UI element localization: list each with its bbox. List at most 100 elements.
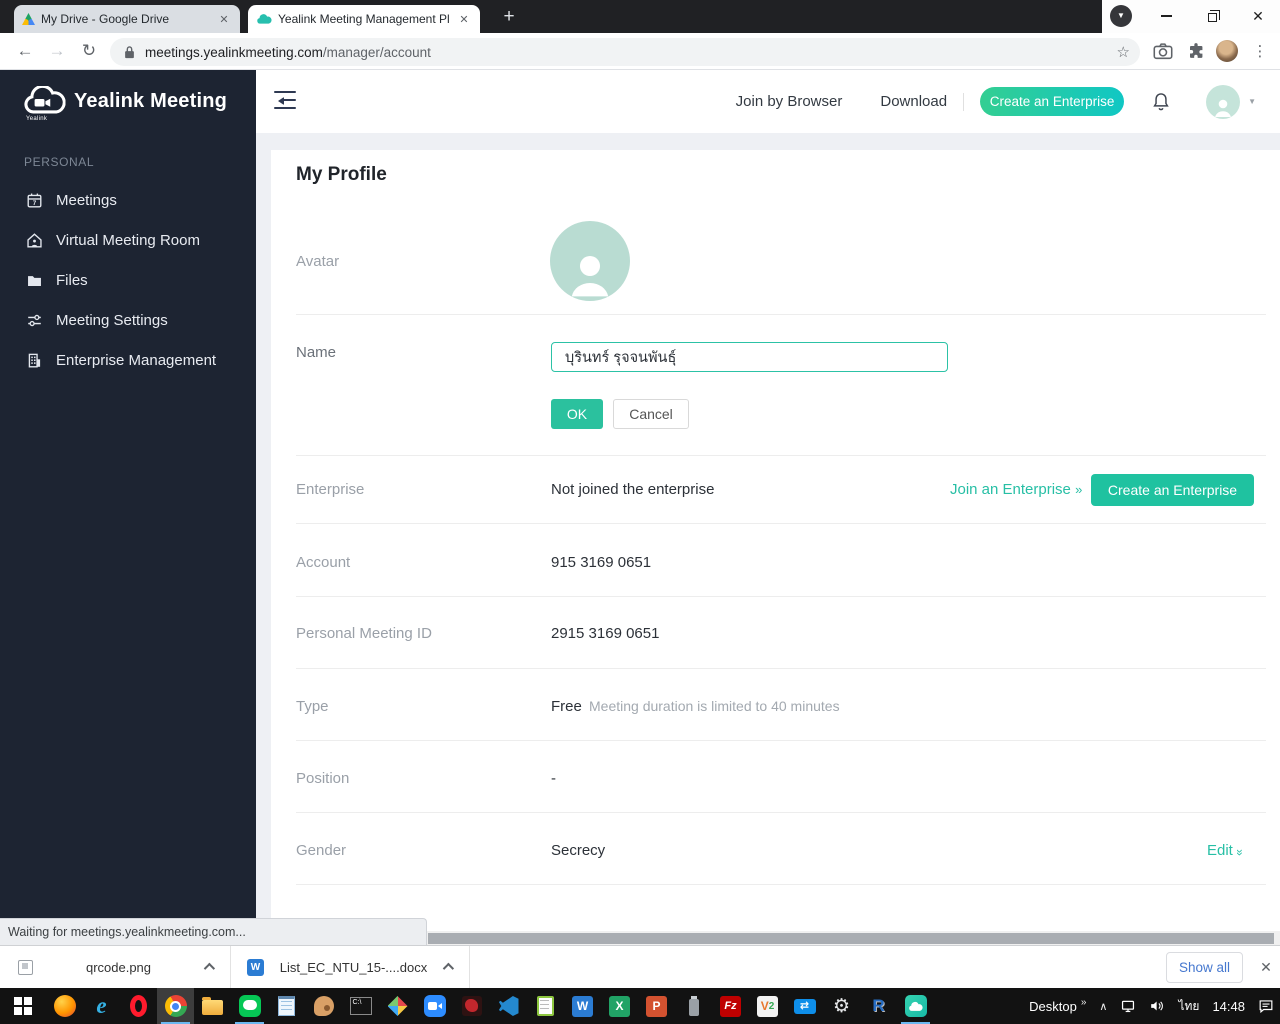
taskbar-v2-app[interactable]: V2 bbox=[749, 988, 786, 1024]
download-item-qrcode[interactable]: qrcode.png bbox=[0, 946, 230, 988]
restore-icon bbox=[1208, 13, 1217, 22]
browser-update-icon[interactable]: ▼ bbox=[1110, 5, 1132, 27]
create-enterprise-header-button[interactable]: Create an Enterprise bbox=[980, 87, 1124, 116]
taskbar-notepad[interactable] bbox=[268, 988, 305, 1024]
chevron-up-icon[interactable] bbox=[204, 963, 215, 974]
network-icon[interactable] bbox=[1120, 999, 1136, 1013]
taskbar-teamviewer[interactable]: ⇄ bbox=[786, 988, 823, 1024]
taskbar-yealink-meeting-active[interactable] bbox=[897, 988, 934, 1024]
taskbar-firefox[interactable] bbox=[46, 988, 83, 1024]
tab-yealink-meeting[interactable]: Yealink Meeting Management Pla ✕ bbox=[248, 5, 480, 33]
language-indicator[interactable]: ไทย bbox=[1178, 997, 1199, 1016]
sidebar-item-label: Meetings bbox=[56, 192, 117, 209]
avatar bbox=[1216, 40, 1238, 62]
taskbar-command-prompt[interactable]: C:\ bbox=[342, 988, 379, 1024]
profile-avatar[interactable] bbox=[550, 221, 630, 301]
taskbar-internet-explorer[interactable]: e bbox=[83, 988, 120, 1024]
download-file-name: qrcode.png bbox=[47, 960, 190, 975]
desktop-toolbar-label[interactable]: Desktop bbox=[1029, 999, 1077, 1014]
file-explorer-icon bbox=[202, 1000, 223, 1015]
word-file-icon: W bbox=[247, 959, 264, 976]
folder-icon bbox=[26, 272, 43, 289]
internet-explorer-icon: e bbox=[96, 995, 106, 1017]
taskbar-r-app[interactable]: R bbox=[860, 988, 897, 1024]
extensions-puzzle-icon[interactable] bbox=[1184, 33, 1208, 69]
taskbar-notepad-plus-plus[interactable] bbox=[527, 988, 564, 1024]
tab-close-icon[interactable]: ✕ bbox=[456, 13, 472, 26]
account-value: 915 3169 0651 bbox=[551, 554, 651, 571]
speaker-icon[interactable] bbox=[1149, 999, 1165, 1013]
create-enterprise-button[interactable]: Create an Enterprise bbox=[1091, 474, 1254, 506]
cancel-button[interactable]: Cancel bbox=[613, 399, 689, 429]
sidebar-item-meeting-settings[interactable]: Meeting Settings bbox=[0, 300, 256, 340]
sidebar-item-virtual-meeting-room[interactable]: Virtual Meeting Room bbox=[0, 220, 256, 260]
window-close-button[interactable]: ✕ bbox=[1238, 0, 1278, 32]
taskbar-red-app[interactable] bbox=[453, 988, 490, 1024]
taskbar-powerpoint[interactable]: P bbox=[638, 988, 675, 1024]
account-caret-down-icon[interactable]: ▼ bbox=[1248, 97, 1256, 106]
bookmark-star-icon[interactable]: ☆ bbox=[1117, 43, 1130, 61]
taskbar-filezilla[interactable]: Fz bbox=[712, 988, 749, 1024]
taskbar-chrome-active[interactable] bbox=[157, 988, 194, 1024]
sidebar-item-files[interactable]: Files bbox=[0, 260, 256, 300]
join-enterprise-link[interactable]: Join an Enterprise » bbox=[950, 481, 1081, 498]
chevrons-right-icon[interactable]: » bbox=[1081, 997, 1087, 1008]
tab-google-drive[interactable]: My Drive - Google Drive ✕ bbox=[14, 5, 240, 33]
type-label: Type bbox=[296, 698, 329, 715]
personal-meeting-id-value: 2915 3169 0651 bbox=[551, 625, 659, 642]
divider bbox=[296, 884, 1266, 885]
tab-close-icon[interactable]: ✕ bbox=[216, 13, 232, 26]
taskbar-excel[interactable]: X bbox=[601, 988, 638, 1024]
download-link[interactable]: Download bbox=[880, 93, 947, 110]
browser-menu-icon[interactable]: ⋮ bbox=[1248, 33, 1272, 69]
filezilla-icon: Fz bbox=[720, 996, 741, 1017]
user-avatar[interactable] bbox=[1206, 85, 1240, 119]
divider bbox=[296, 812, 1266, 813]
personal-meeting-id-label: Personal Meeting ID bbox=[296, 625, 432, 642]
name-label: Name bbox=[296, 344, 336, 361]
sidebar-item-meetings[interactable]: Meetings bbox=[0, 180, 256, 220]
notification-bell-icon[interactable] bbox=[1150, 90, 1172, 114]
join-by-browser-link[interactable]: Join by Browser bbox=[736, 93, 843, 110]
name-input[interactable] bbox=[551, 342, 948, 372]
reload-icon[interactable]: ↻ bbox=[74, 33, 104, 69]
taskbar-file-explorer[interactable] bbox=[194, 988, 231, 1024]
new-tab-button[interactable]: + bbox=[496, 4, 522, 30]
taskbar-line-active[interactable] bbox=[231, 988, 268, 1024]
ok-button[interactable]: OK bbox=[551, 399, 603, 429]
v2-app-icon: V2 bbox=[757, 996, 778, 1017]
collapse-sidebar-icon[interactable] bbox=[274, 91, 298, 111]
action-center-icon[interactable] bbox=[1258, 999, 1274, 1013]
sidebar-item-enterprise-management[interactable]: Enterprise Management bbox=[0, 340, 256, 380]
scrollbar-thumb[interactable] bbox=[428, 933, 1274, 944]
address-bar[interactable]: meetings.yealinkmeeting.com/manager/acco… bbox=[110, 38, 1140, 66]
close-downloads-bar-icon[interactable]: ✕ bbox=[1252, 946, 1280, 988]
taskbar-settings[interactable]: ⚙ bbox=[823, 988, 860, 1024]
taskbar-audio-device[interactable] bbox=[675, 988, 712, 1024]
taskbar-word[interactable]: W bbox=[564, 988, 601, 1024]
browser-toolbar: ← → ↻ meetings.yealinkmeeting.com/manage… bbox=[0, 33, 1280, 70]
start-button[interactable] bbox=[0, 988, 46, 1024]
building-icon bbox=[26, 352, 43, 369]
excel-icon: X bbox=[609, 996, 630, 1017]
taskbar-vscode[interactable] bbox=[490, 988, 527, 1024]
sidebar-item-label: Meeting Settings bbox=[56, 312, 168, 329]
browser-profile-avatar[interactable] bbox=[1214, 33, 1240, 69]
forward-icon[interactable]: → bbox=[42, 33, 72, 69]
screenshot-extension-icon[interactable] bbox=[1150, 33, 1176, 69]
taskbar-opera[interactable] bbox=[120, 988, 157, 1024]
edit-link[interactable]: Edit » bbox=[1207, 842, 1243, 859]
url-text[interactable]: meetings.yealinkmeeting.com/manager/acco… bbox=[145, 45, 431, 60]
window-minimize-button[interactable] bbox=[1146, 0, 1186, 32]
clock[interactable]: 14:48 bbox=[1212, 999, 1245, 1014]
back-icon[interactable]: ← bbox=[10, 33, 40, 69]
taskbar-zoom[interactable] bbox=[416, 988, 453, 1024]
hidden-icons-chevron-icon[interactable]: ∧ bbox=[1099, 1000, 1107, 1013]
download-item-docx[interactable]: W List_EC_NTU_15-....docx bbox=[230, 946, 470, 988]
taskbar-media-app[interactable] bbox=[379, 988, 416, 1024]
window-restore-button[interactable] bbox=[1192, 0, 1232, 32]
chevrons-down-icon: » bbox=[1233, 849, 1247, 855]
show-all-downloads-button[interactable]: Show all bbox=[1166, 952, 1243, 983]
chevron-up-icon[interactable] bbox=[443, 963, 454, 974]
taskbar-paint[interactable] bbox=[305, 988, 342, 1024]
